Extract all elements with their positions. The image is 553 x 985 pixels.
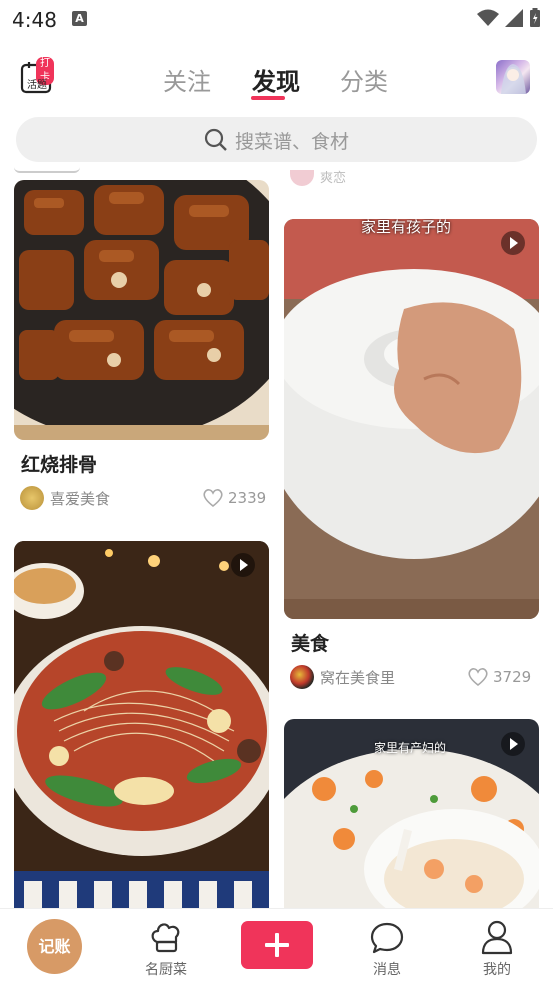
status-bar: 4:48 A xyxy=(0,0,553,40)
avatar[interactable] xyxy=(496,60,530,94)
chef-hat-icon xyxy=(151,923,180,953)
partial-user-avatar xyxy=(290,170,314,186)
bottom-nav: 记账 名厨菜 消息 我的 xyxy=(0,908,553,984)
accessibility-icon: A xyxy=(72,11,87,26)
play-icon xyxy=(231,553,255,577)
recipe-title[interactable]: 红烧排骨 xyxy=(21,450,97,477)
checkin-button[interactable]: 打卡 活题 xyxy=(20,57,54,94)
video-overlay-text: 家里有孩子的 xyxy=(361,219,452,236)
top-tabs: 关注 发现 分类 xyxy=(150,62,400,102)
checkin-label: 活题 xyxy=(27,80,47,91)
wifi-icon xyxy=(477,9,499,26)
tab-active-indicator xyxy=(251,96,285,100)
tab-following[interactable]: 关注 xyxy=(163,62,211,97)
recipe-title[interactable]: 美食 xyxy=(291,629,329,656)
nav-messages[interactable]: 消息 xyxy=(337,909,437,985)
heart-icon xyxy=(468,668,488,687)
user-icon xyxy=(481,920,513,955)
status-time: 4:48 xyxy=(12,8,57,32)
chat-bubble-icon xyxy=(370,922,404,954)
author-row[interactable]: 喜爱美食 xyxy=(20,486,110,510)
search-input[interactable]: 搜菜谱、食材 xyxy=(16,117,537,162)
like-count: 2339 xyxy=(228,489,267,507)
battery-icon xyxy=(530,8,540,27)
partial-user-row: 爽恋 xyxy=(290,170,346,186)
add-recipe-button[interactable] xyxy=(241,921,313,969)
heart-icon xyxy=(203,489,223,508)
author-name: 喜爱美食 xyxy=(50,489,111,508)
like-button[interactable]: 2339 xyxy=(202,488,266,508)
recipe-card-image[interactable] xyxy=(14,541,269,908)
recipe-feed[interactable]: 爽恋 红烧排骨 喜爱美食 2339 家里有孩子的 美食 窝在美食里 3729 家… xyxy=(0,165,553,908)
nav-me[interactable]: 我的 xyxy=(447,909,547,985)
tab-categories[interactable]: 分类 xyxy=(340,62,388,97)
partial-card-edge xyxy=(14,165,80,173)
author-row[interactable]: 窝在美食里 xyxy=(290,665,395,689)
search-icon xyxy=(204,128,227,151)
author-name: 窝在美食里 xyxy=(320,668,396,687)
tab-discover[interactable]: 发现 xyxy=(252,62,300,97)
recipe-card-image[interactable] xyxy=(14,180,269,440)
system-icons xyxy=(477,8,541,28)
play-icon xyxy=(501,231,525,255)
nav-label: 我的 xyxy=(483,962,511,978)
like-button[interactable]: 3729 xyxy=(467,667,531,687)
author-avatar xyxy=(20,486,44,510)
author-avatar xyxy=(290,665,314,689)
bookkeeping-button[interactable]: 记账 xyxy=(27,919,82,974)
search-placeholder: 搜菜谱、食材 xyxy=(235,131,350,153)
recipe-card-image[interactable]: 家里有产妇的 xyxy=(284,719,539,908)
recipe-card-image[interactable]: 家里有孩子的 xyxy=(284,219,539,619)
play-icon xyxy=(501,732,525,756)
nav-label: 名厨菜 xyxy=(145,962,187,978)
video-overlay-text: 家里有产妇的 xyxy=(374,741,447,755)
nav-chef-dishes[interactable]: 名厨菜 xyxy=(116,909,216,985)
nav-label: 消息 xyxy=(373,962,401,978)
plus-icon xyxy=(265,933,289,957)
partial-user-name: 爽恋 xyxy=(320,170,347,186)
signal-icon xyxy=(505,9,523,27)
like-count: 3729 xyxy=(493,668,532,686)
